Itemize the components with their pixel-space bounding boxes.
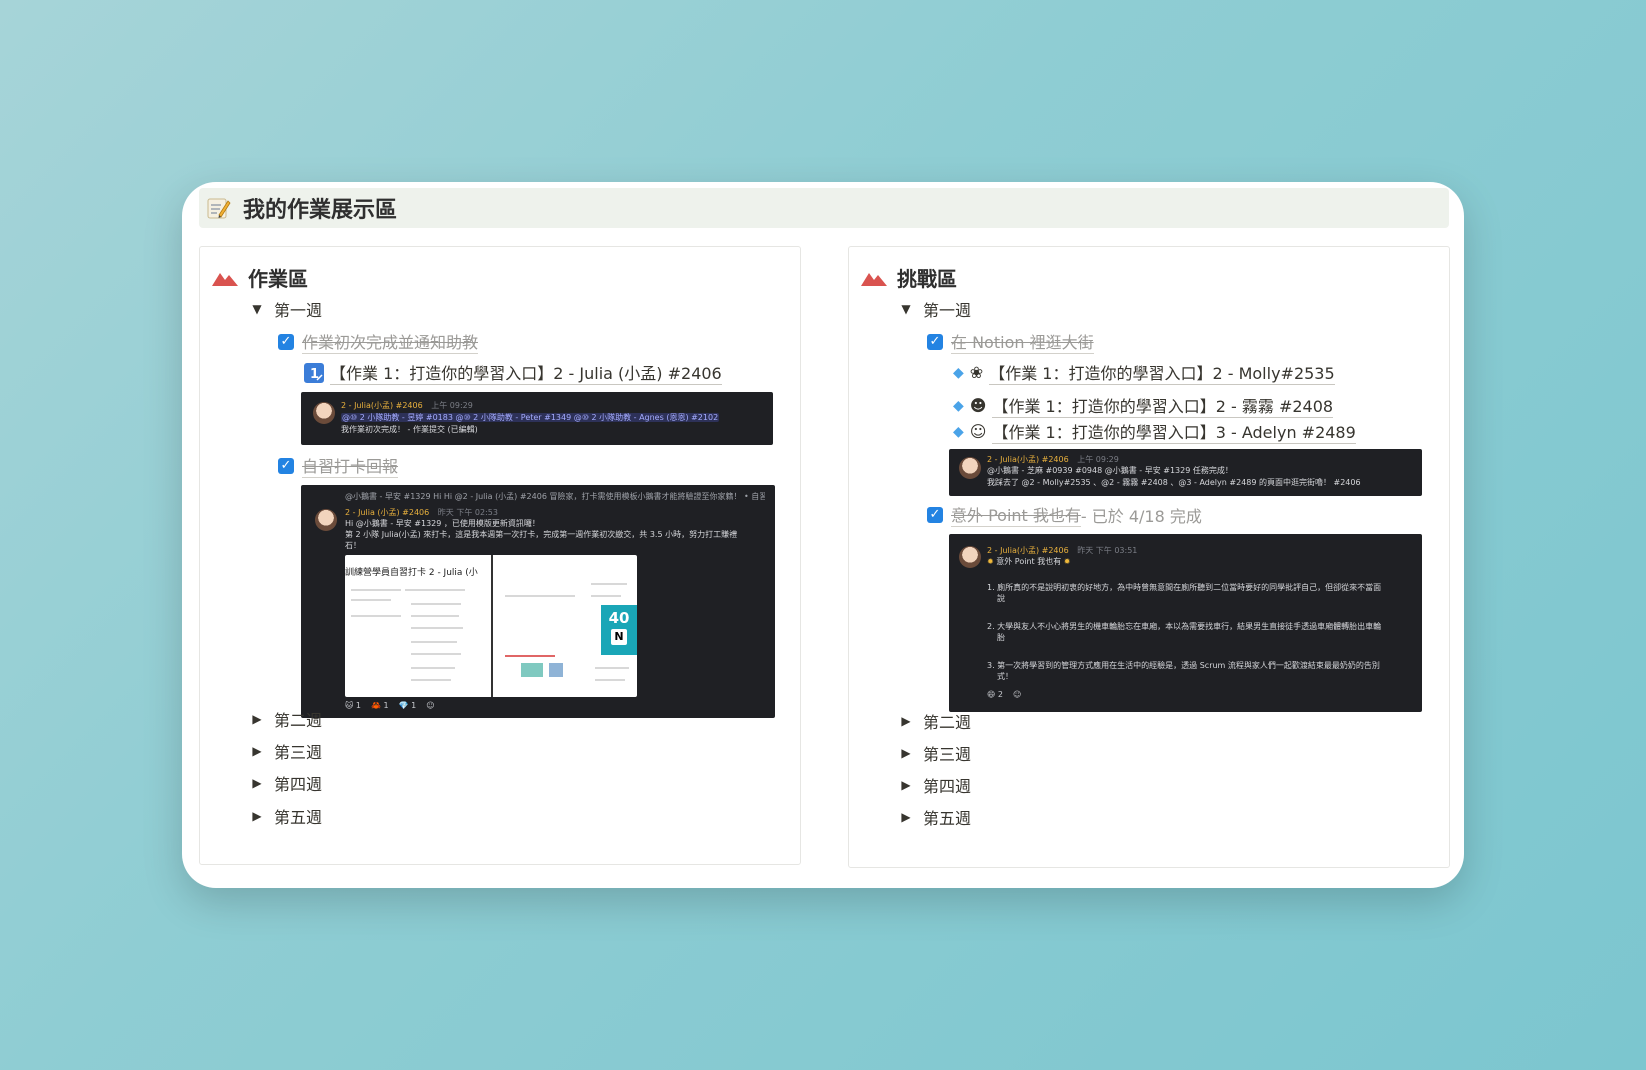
page-link[interactable]: ◆ ☺ 【作業 1：打造你的學習入口】3 - Adelyn #2489 xyxy=(953,419,1356,444)
avatar-icon: ❀ xyxy=(969,363,984,382)
mountain-icon xyxy=(861,272,887,286)
toggle-week-3[interactable]: ▶ 第三週 xyxy=(899,741,971,765)
add-reaction-icon[interactable]: ☺ xyxy=(426,701,434,710)
checkbox-checked[interactable]: ✓ xyxy=(927,506,943,523)
page-link[interactable]: ◆ ☻ 【作業 1：打造你的學習入口】2 - 霧霧 #2408 xyxy=(953,393,1334,418)
checkbox-checked[interactable]: ✓ xyxy=(278,457,294,474)
reaction[interactable]: 🐱 1 xyxy=(345,701,361,710)
gem-icon: ◆ xyxy=(953,423,964,440)
triangle-right-icon: ▶ xyxy=(252,744,262,758)
homework-section-heading: 作業區 xyxy=(212,263,308,292)
sun-icon: ✹ xyxy=(987,557,994,566)
triangle-right-icon: ▶ xyxy=(901,714,911,728)
discord-screenshot-3: 2 - Julia(小孟) #2406 上午 09:29 @小鵝書 - 芝麻 #… xyxy=(949,449,1422,496)
toggle-week-1[interactable]: ▼ 第一週 xyxy=(899,297,971,321)
mountain-icon xyxy=(212,272,238,286)
notion-page-card: 我的作業展示區 作業區 ▼ 第一週 ✓ 作業初次完成並通知助教 1 【作業 1：… xyxy=(182,182,1464,888)
toggle-week-2[interactable]: ▶ 第二週 xyxy=(899,709,971,733)
homework-column: 作業區 ▼ 第一週 ✓ 作業初次完成並通知助教 1 【作業 1：打造你的學習入口… xyxy=(199,246,801,865)
reaction[interactable]: 😄 2 xyxy=(987,690,1003,699)
toggle-week-1[interactable]: ▼ 第一週 xyxy=(250,297,322,321)
challenge-section-heading: 挑戰區 xyxy=(861,263,957,292)
avatar xyxy=(313,402,335,424)
toggle-week-3[interactable]: ▶ 第三週 xyxy=(250,739,322,763)
discord-screenshot-4: 2 - Julia(小孟) #2406 昨天 下午 03:51 ✹ 意外 Poi… xyxy=(949,534,1422,712)
sun-icon: ✹ xyxy=(1063,557,1071,566)
gem-icon: ◆ xyxy=(953,364,964,381)
checkbox-checked[interactable]: ✓ xyxy=(927,333,943,350)
triangle-right-icon: ▶ xyxy=(901,810,911,824)
triangle-down-icon: ▼ xyxy=(901,302,911,316)
toggle-week-2[interactable]: ▶ 第二週 xyxy=(250,707,322,731)
avatar xyxy=(959,457,981,479)
todo-item[interactable]: ✓ 自習打卡回報 xyxy=(278,453,399,478)
reaction[interactable]: 💎 1 xyxy=(399,701,417,710)
avatar xyxy=(315,509,337,531)
triangle-right-icon: ▶ xyxy=(252,776,262,790)
toggle-week-5[interactable]: ▶ 第五週 xyxy=(250,804,322,828)
gem-icon: ◆ xyxy=(953,397,964,414)
avatar-icon: ☺ xyxy=(969,422,987,441)
toggle-week-5[interactable]: ▶ 第五週 xyxy=(899,805,971,829)
todo-item[interactable]: ✓ 作業初次完成並通知助教 xyxy=(278,329,479,354)
add-reaction-icon[interactable]: ☺ xyxy=(1013,690,1021,699)
challenge-column: 挑戰區 ▼ 第一週 ✓ 在 Notion 裡逛大街 ◆ ❀ 【作業 1：打造你的… xyxy=(848,246,1450,868)
avatar-icon: ☻ xyxy=(969,396,987,415)
app-tile: 40 N xyxy=(601,605,637,655)
reaction-bar: 😄 2 ☺ xyxy=(987,690,1021,699)
toggle-week-4[interactable]: ▶ 第四週 xyxy=(250,771,322,795)
triangle-right-icon: ▶ xyxy=(901,778,911,792)
todo-item[interactable]: ✓ 意外 Point 我也有 - 已於 4/18 完成 xyxy=(927,502,1202,527)
triangle-right-icon: ▶ xyxy=(252,712,262,726)
todo-item[interactable]: ✓ 在 Notion 裡逛大街 xyxy=(927,329,1094,354)
page-link[interactable]: ◆ ❀ 【作業 1：打造你的學習入口】2 - Molly#2535 xyxy=(953,360,1335,385)
triangle-down-icon: ▼ xyxy=(252,302,262,316)
toggle-week-4[interactable]: ▶ 第四週 xyxy=(899,773,971,797)
number-one-icon: 1 xyxy=(304,362,324,383)
page-title: 我的作業展示區 xyxy=(243,198,398,223)
checkbox-checked[interactable]: ✓ xyxy=(278,333,294,350)
memo-icon xyxy=(207,198,231,219)
page-link[interactable]: 1 【作業 1：打造你的學習入口】2 - Julia (小孟) #2406 xyxy=(304,360,722,385)
reaction[interactable]: 🦀 1 xyxy=(371,701,389,710)
triangle-right-icon: ▶ xyxy=(901,746,911,760)
page-header: 我的作業展示區 xyxy=(199,188,1449,228)
discord-screenshot-1: 2 - Julia(小孟) #2406 上午 09:29 @⑩ 2 小隊助教 -… xyxy=(301,392,773,445)
discord-screenshot-2: @小鵝書 - 早安 #1329 Hi Hi @2 - Julia (小孟) #2… xyxy=(301,485,775,718)
reaction-bar: 🐱 1 🦀 1 💎 1 ☺ xyxy=(345,701,435,710)
embedded-screenshot: 訓練營學員自習打卡 2 - Julia (小 40 N xyxy=(345,555,637,697)
triangle-right-icon: ▶ xyxy=(252,809,262,823)
notion-logo-icon: N xyxy=(611,629,627,645)
avatar xyxy=(959,546,981,568)
